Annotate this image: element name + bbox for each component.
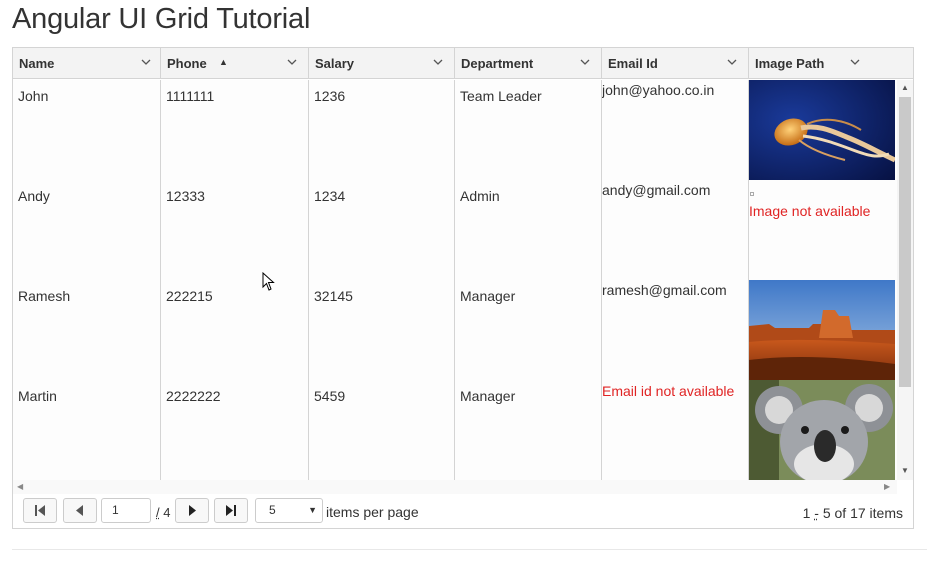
cell-department: Admin	[460, 188, 500, 204]
grid-pager: 1 / 4 5 ▼ items per page 1 - 5 of 17 ite…	[13, 495, 913, 529]
cell-name: Ramesh	[18, 288, 71, 304]
koala-image	[749, 380, 895, 480]
table-row[interactable]: Andy 12333 1234 Admin andy@gmail.com Ima…	[13, 180, 897, 280]
next-page-icon	[189, 505, 196, 516]
page-size-select[interactable]: 5 ▼	[255, 498, 323, 523]
previous-page-button[interactable]	[63, 498, 97, 523]
email-missing-text: Email id not available	[602, 383, 735, 399]
last-page-icon	[226, 505, 236, 516]
vertical-scrollbar[interactable]: ▲ ▼	[897, 80, 913, 480]
count-start: 1	[802, 505, 811, 521]
jellyfish-image	[749, 80, 895, 180]
chevron-down-icon[interactable]	[285, 55, 299, 69]
previous-page-icon	[76, 505, 83, 516]
cell-name: Andy	[18, 188, 50, 204]
column-label: Department	[461, 56, 534, 71]
first-page-icon	[35, 505, 45, 516]
column-label: Phone	[167, 56, 207, 71]
page-size-value: 5	[269, 503, 276, 517]
cell-salary: 5459	[314, 388, 346, 404]
cell-department: Manager	[460, 288, 516, 304]
column-header-department[interactable]: Department	[455, 48, 602, 79]
cell-name: Martin	[18, 388, 57, 404]
cell-email: ramesh@gmail.com	[602, 282, 727, 298]
count-dash: -	[814, 505, 819, 521]
column-header-salary[interactable]: Salary	[309, 48, 455, 79]
chevron-down-icon[interactable]	[848, 55, 862, 69]
divider	[12, 549, 927, 550]
chevron-down-icon[interactable]	[725, 55, 739, 69]
cell-phone: 1111111	[166, 88, 215, 104]
column-divider	[748, 80, 749, 480]
cell-department: Team Leader	[460, 88, 542, 104]
cell-salary: 1236	[314, 88, 346, 104]
sort-asc-icon[interactable]: ▲	[219, 57, 228, 67]
column-divider	[160, 80, 161, 480]
cell-phone: 222215	[166, 288, 213, 304]
image-missing-text: Image not available	[749, 203, 871, 219]
column-divider	[454, 80, 455, 480]
cell-name: John	[18, 88, 49, 104]
page-separator: /	[156, 505, 160, 520]
data-grid: Name Phone ▲ Salary Department Email Id …	[12, 47, 914, 529]
grid-body: John 1111111 1236 Team Leader john@yahoo…	[13, 80, 897, 480]
table-row[interactable]: John 1111111 1236 Team Leader john@yahoo…	[13, 80, 897, 180]
column-label: Image Path	[755, 56, 825, 71]
chevron-down-icon[interactable]	[139, 55, 153, 69]
total-pages: 4	[163, 505, 171, 520]
scroll-right-icon[interactable]: ▶	[884, 482, 890, 491]
page-total: / 4	[156, 505, 170, 520]
cell-phone: 2222222	[166, 388, 221, 404]
column-label: Email Id	[608, 56, 658, 71]
last-page-button[interactable]	[214, 498, 248, 523]
cell-salary: 1234	[314, 188, 346, 204]
cell-salary: 32145	[314, 288, 353, 304]
item-count: 1 - 5 of 17 items	[803, 505, 903, 521]
horizontal-scrollbar[interactable]: ◀ ▶	[13, 480, 897, 494]
scroll-left-icon[interactable]: ◀	[17, 482, 23, 491]
column-header-phone[interactable]: Phone ▲	[161, 48, 309, 79]
mouse-cursor-icon	[262, 272, 275, 291]
scroll-up-icon[interactable]: ▲	[901, 83, 909, 92]
table-row[interactable]: Martin 2222222 5459 Manager Email id not…	[13, 380, 897, 480]
first-page-button[interactable]	[23, 498, 57, 523]
broken-image-icon	[750, 192, 754, 196]
cell-email: john@yahoo.co.in	[602, 82, 715, 98]
scroll-down-icon[interactable]: ▼	[901, 466, 909, 475]
chevron-down-icon[interactable]	[431, 55, 445, 69]
dropdown-caret-icon: ▼	[308, 505, 317, 515]
column-header-image-path[interactable]: Image Path	[749, 48, 913, 79]
column-label: Salary	[315, 56, 355, 71]
chevron-down-icon[interactable]	[578, 55, 592, 69]
cell-email: andy@gmail.com	[602, 182, 711, 198]
items-per-page-label: items per page	[326, 504, 419, 520]
column-label: Name	[19, 56, 55, 71]
count-rest: 5 of 17 items	[822, 505, 903, 521]
page-title: Angular UI Grid Tutorial	[12, 3, 311, 35]
desert-image	[749, 280, 895, 380]
column-divider	[601, 80, 602, 480]
page-number-input[interactable]: 1	[101, 498, 151, 523]
grid-header: Name Phone ▲ Salary Department Email Id …	[13, 48, 913, 79]
scrollbar-thumb[interactable]	[899, 97, 911, 387]
column-header-email[interactable]: Email Id	[602, 48, 749, 79]
table-row[interactable]: Ramesh 222215 32145 Manager ramesh@gmail…	[13, 280, 897, 380]
cell-phone: 12333	[166, 188, 205, 204]
column-header-name[interactable]: Name	[13, 48, 161, 79]
next-page-button[interactable]	[175, 498, 209, 523]
column-divider	[308, 80, 309, 480]
cell-department: Manager	[460, 388, 516, 404]
